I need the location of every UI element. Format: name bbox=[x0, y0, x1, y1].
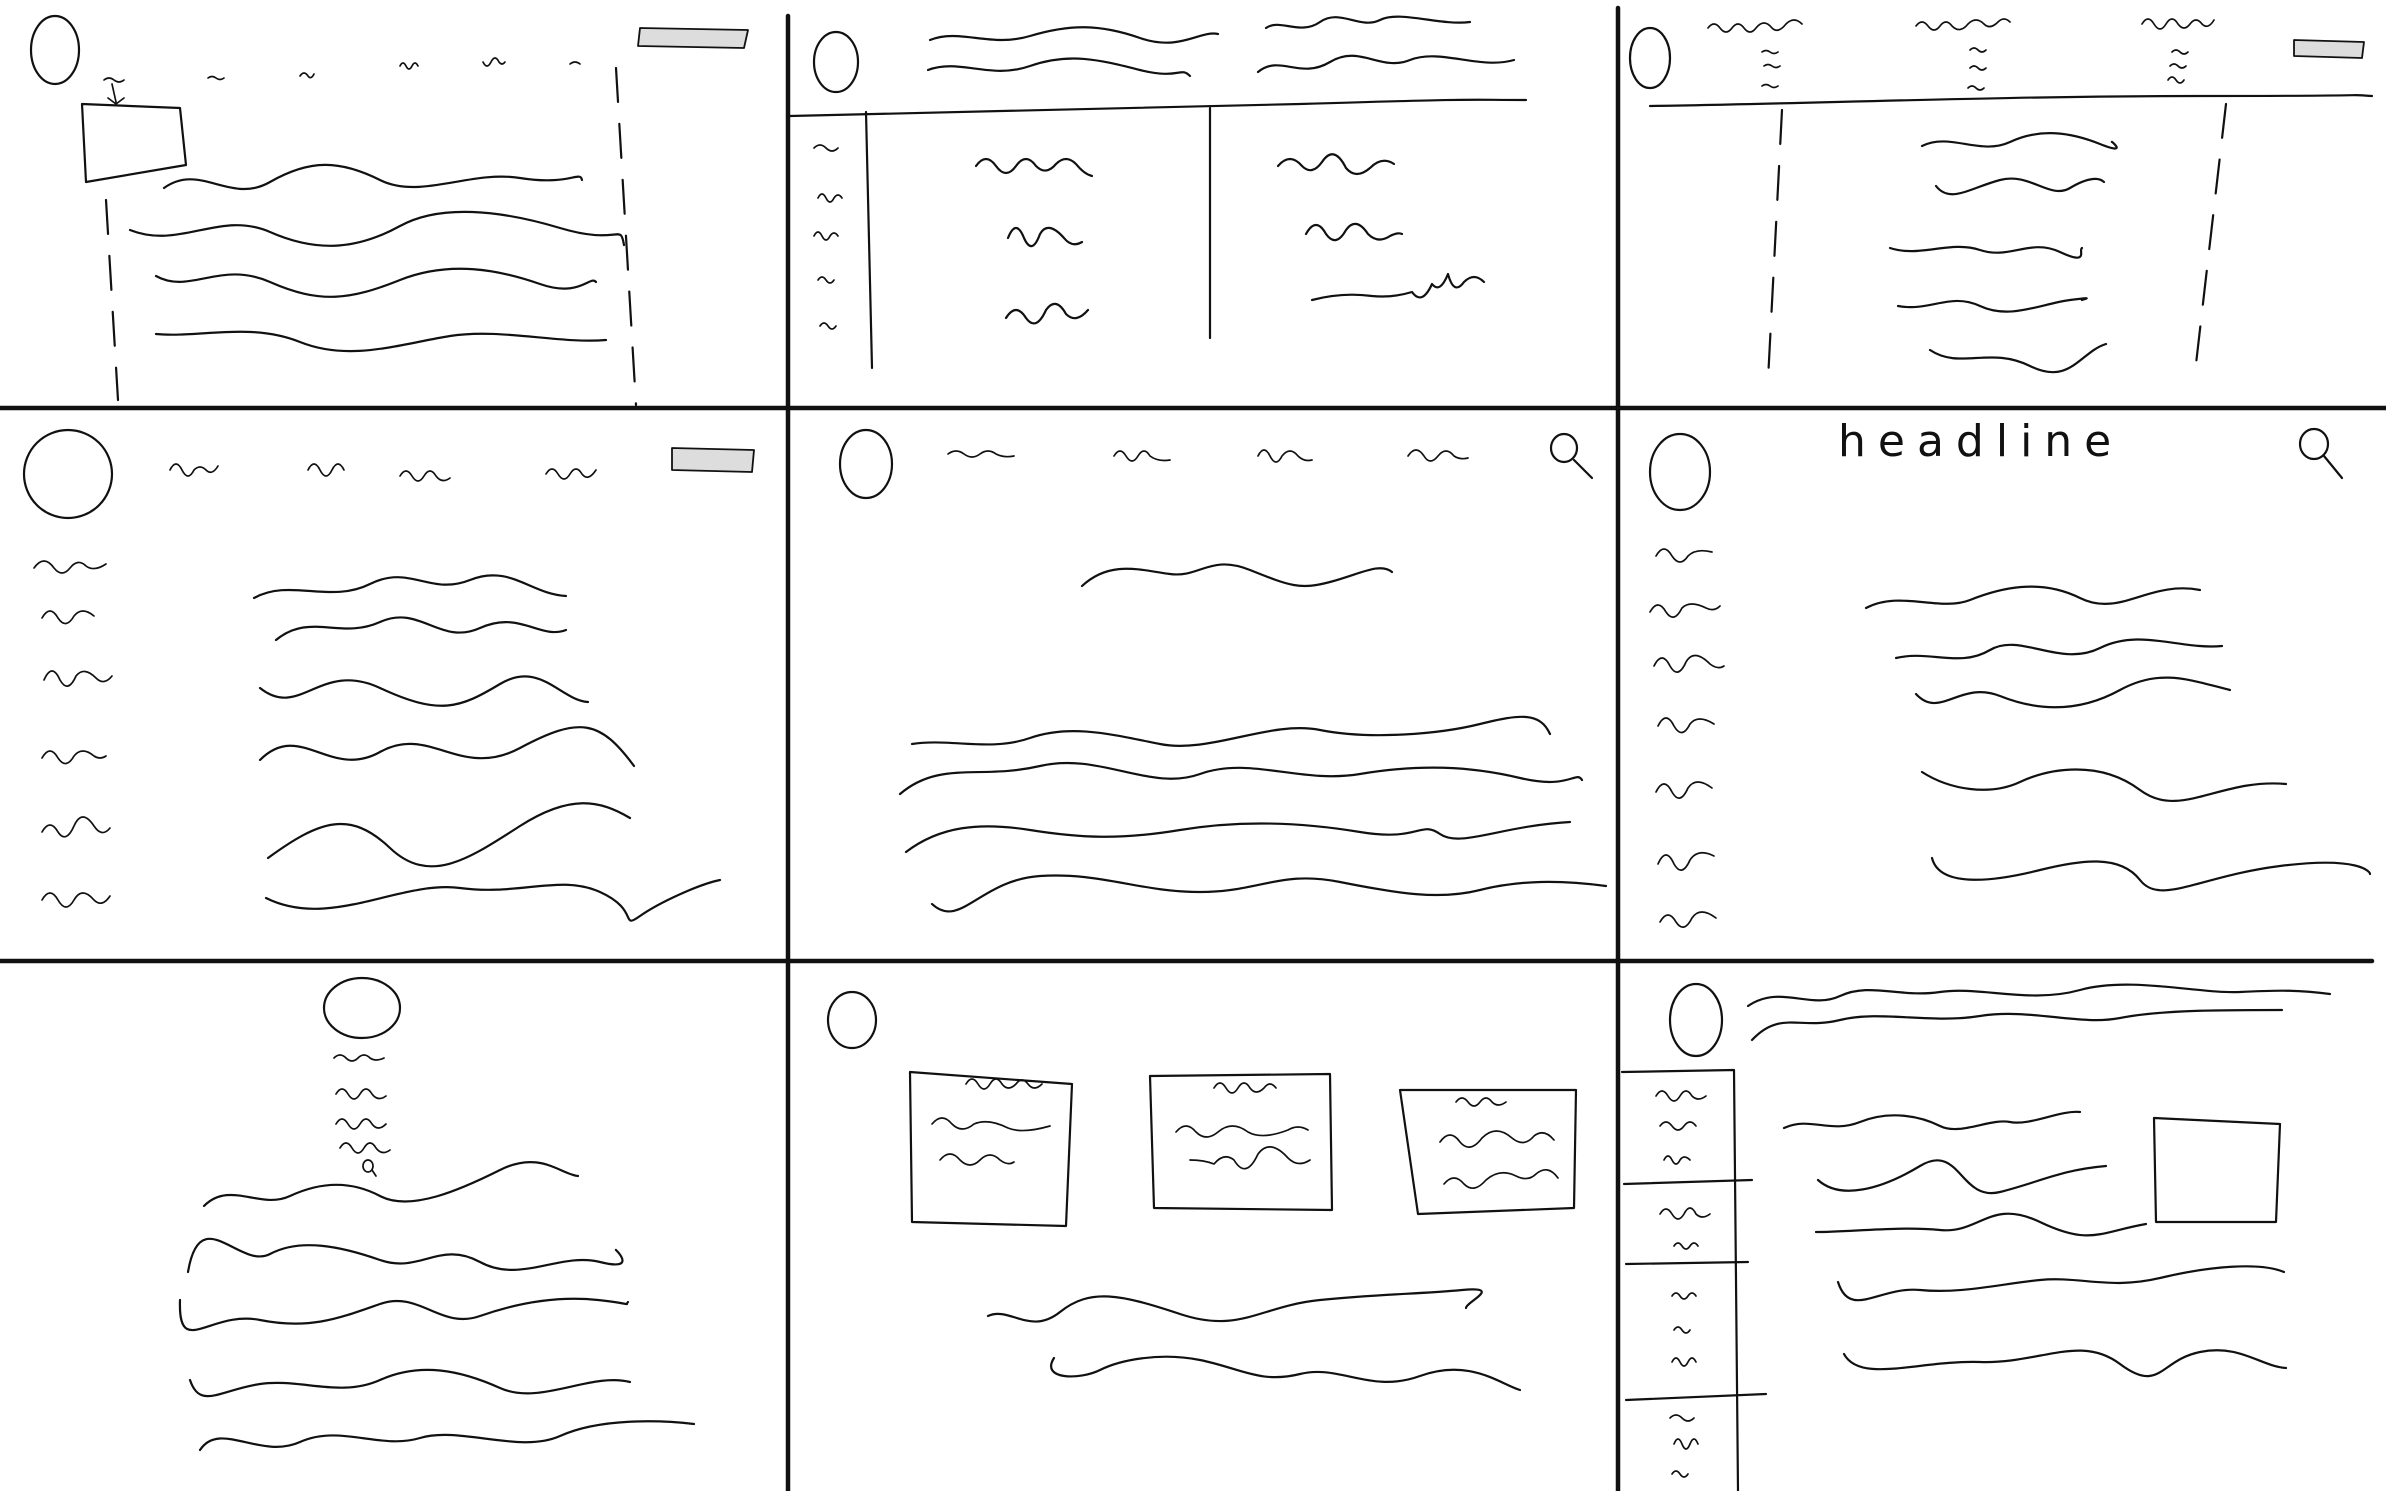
panel-bottom-center bbox=[826, 990, 1578, 1392]
image-box bbox=[80, 102, 188, 184]
panel-bottom-right bbox=[1620, 982, 2332, 1491]
search-icon[interactable] bbox=[362, 1159, 377, 1177]
stacked-nav-scribbles bbox=[333, 1054, 391, 1154]
centered-text-lines bbox=[1888, 132, 2118, 374]
column-headings bbox=[1707, 18, 2215, 91]
search-icon[interactable] bbox=[1549, 432, 1594, 480]
logo-circle bbox=[1648, 432, 1712, 512]
header-text bbox=[926, 15, 1516, 78]
text-lines bbox=[1782, 1110, 2288, 1378]
header-rule bbox=[1648, 94, 2374, 108]
body-text-lines bbox=[178, 1161, 696, 1452]
header-text bbox=[1746, 983, 2332, 1042]
logo-circle bbox=[29, 14, 81, 86]
logo-circle bbox=[22, 428, 114, 520]
header-button[interactable] bbox=[2293, 39, 2365, 59]
table-rules bbox=[788, 98, 1528, 370]
panel-top-right bbox=[1628, 18, 2374, 382]
dashed-column-guides bbox=[104, 66, 638, 407]
subtitle-line bbox=[1080, 563, 1394, 588]
image-box bbox=[2152, 1116, 2282, 1224]
panel-grid bbox=[0, 5, 2386, 1491]
card-3[interactable] bbox=[1398, 1088, 1578, 1216]
logo-circle bbox=[826, 990, 878, 1050]
header-button[interactable] bbox=[671, 447, 755, 473]
panel-middle-right: headline bbox=[1648, 416, 2372, 928]
panel-bottom-left bbox=[178, 976, 696, 1452]
table-cells bbox=[974, 153, 1486, 325]
table-row-labels bbox=[813, 144, 843, 330]
centered-logo-circle bbox=[322, 976, 402, 1040]
text-lines bbox=[128, 163, 626, 353]
logo-circle bbox=[838, 428, 894, 500]
logo-circle bbox=[1668, 982, 1724, 1058]
body-text-lines bbox=[898, 715, 1608, 913]
sectioned-sidebar bbox=[1620, 1068, 1768, 1491]
logo-circle bbox=[812, 30, 860, 94]
body-text-lines bbox=[986, 1288, 1522, 1392]
panel-top-left bbox=[29, 14, 749, 407]
panel-middle-center bbox=[838, 428, 1608, 913]
panel-top-center bbox=[788, 15, 1528, 370]
text-lines bbox=[252, 574, 722, 922]
search-icon[interactable] bbox=[2298, 427, 2344, 480]
card-1[interactable] bbox=[908, 1070, 1074, 1228]
card-2[interactable] bbox=[1148, 1072, 1334, 1212]
sidebar-items bbox=[1649, 548, 1725, 928]
panel-middle-left bbox=[22, 428, 755, 922]
nav-scribbles bbox=[947, 449, 1469, 463]
nav-scribbles bbox=[207, 57, 581, 81]
nav-scribbles bbox=[169, 463, 597, 482]
text-lines bbox=[1864, 585, 2372, 892]
sidebar-items bbox=[33, 560, 113, 908]
logo-circle bbox=[1628, 26, 1672, 90]
wireframe-sketch-sheet: headline bbox=[0, 5, 2386, 1491]
header-button[interactable] bbox=[637, 27, 749, 49]
arrow-annotation bbox=[103, 77, 125, 105]
headline-word: headline bbox=[1838, 416, 2123, 467]
